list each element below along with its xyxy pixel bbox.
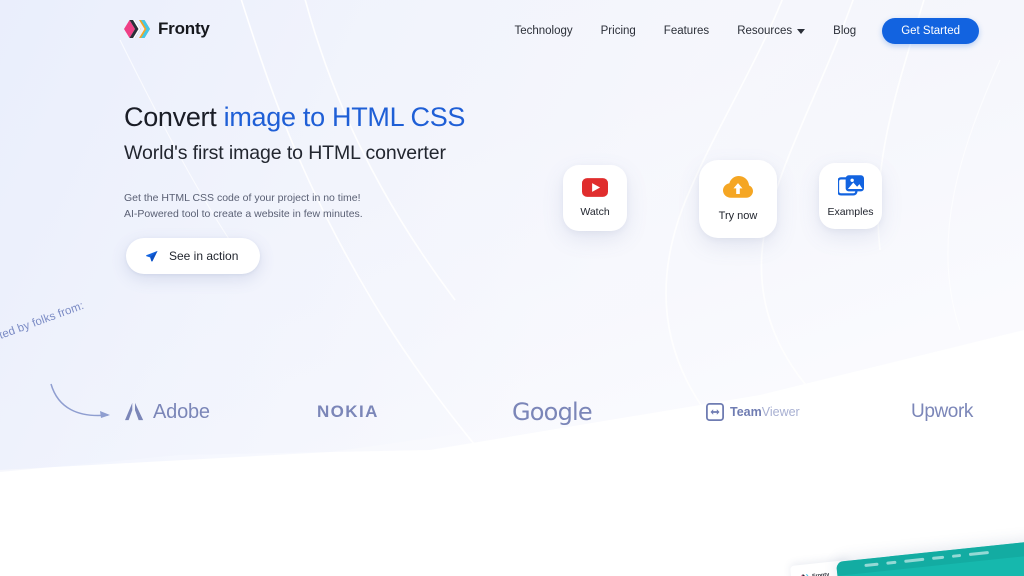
logo-teamviewer: TeamViewer bbox=[706, 393, 800, 431]
hero-lead-line-1: Get the HTML CSS code of your project in… bbox=[124, 192, 361, 204]
logo-nokia: NOKIA bbox=[317, 393, 379, 431]
app-preview-mockup bbox=[836, 530, 1024, 576]
hero-text-block: Convert image to HTML CSS World's first … bbox=[124, 100, 594, 222]
mockup-brand-label: Fronty bbox=[811, 571, 830, 576]
logo-teamviewer-bold: Team bbox=[730, 405, 762, 419]
main-navigation: Technology Pricing Features Resources Bl… bbox=[500, 18, 979, 44]
nav-item-pricing[interactable]: Pricing bbox=[587, 20, 650, 42]
nav-item-technology[interactable]: Technology bbox=[500, 20, 586, 42]
landing-page: Fronty Technology Pricing Features Resou… bbox=[0, 0, 1024, 576]
logo-teamviewer-label: TeamViewer bbox=[730, 403, 800, 421]
page-title-accent: image to HTML CSS bbox=[223, 102, 466, 132]
mockup-brand: Fronty bbox=[800, 571, 830, 576]
logo-upwork-label: Upwork bbox=[911, 401, 974, 422]
images-stack-icon bbox=[837, 174, 864, 196]
logo-nokia-label: NOKIA bbox=[317, 402, 379, 421]
card-try-now[interactable]: Try now bbox=[699, 160, 777, 238]
fronty-hexagon-logo-icon bbox=[124, 20, 150, 38]
send-plane-icon bbox=[146, 250, 158, 262]
logo-google-label: Google bbox=[512, 398, 593, 426]
nav-item-features[interactable]: Features bbox=[650, 20, 723, 42]
page-title: Convert image to HTML CSS bbox=[124, 100, 594, 134]
logo-google: Google bbox=[512, 393, 593, 431]
adobe-a-icon bbox=[125, 402, 144, 421]
see-in-action-button[interactable]: See in action bbox=[126, 238, 261, 274]
trusted-logos-row: Adobe NOKIA Google TeamViewer Upwork bbox=[0, 393, 1024, 431]
youtube-play-icon bbox=[582, 178, 608, 197]
site-header: Fronty Technology Pricing Features Resou… bbox=[0, 0, 1024, 58]
get-started-button[interactable]: Get Started bbox=[882, 18, 979, 44]
card-examples[interactable]: Examples bbox=[819, 163, 882, 229]
chevron-down-icon bbox=[797, 28, 806, 34]
hero-lead-line-2: AI-Powered tool to create a website in f… bbox=[124, 208, 363, 220]
page-subtitle: World's first image to HTML converter bbox=[124, 142, 446, 164]
card-try-now-label: Try now bbox=[718, 210, 758, 222]
nav-item-blog[interactable]: Blog bbox=[819, 20, 870, 42]
logo-adobe-label: Adobe bbox=[153, 400, 210, 423]
card-watch[interactable]: Watch bbox=[563, 165, 627, 231]
brand-logo-link[interactable]: Fronty bbox=[124, 18, 210, 40]
brand-name: Fronty bbox=[158, 19, 210, 38]
logo-teamviewer-light: Viewer bbox=[761, 405, 800, 419]
nav-item-resources[interactable]: Resources bbox=[723, 20, 819, 42]
teamviewer-arrows-icon bbox=[706, 403, 724, 421]
nav-item-resources-label: Resources bbox=[737, 25, 793, 37]
cloud-upload-icon bbox=[723, 176, 753, 198]
mockup-toolbar bbox=[836, 530, 1024, 576]
page-title-plain: Convert bbox=[124, 102, 224, 132]
hero-lead: Get the HTML CSS code of your project in… bbox=[124, 190, 594, 222]
card-examples-label: Examples bbox=[827, 205, 874, 218]
card-watch-label: Watch bbox=[580, 206, 610, 218]
see-in-action-label: See in action bbox=[169, 249, 239, 263]
logo-adobe: Adobe bbox=[124, 393, 210, 431]
logo-upwork: Upwork bbox=[911, 393, 973, 431]
